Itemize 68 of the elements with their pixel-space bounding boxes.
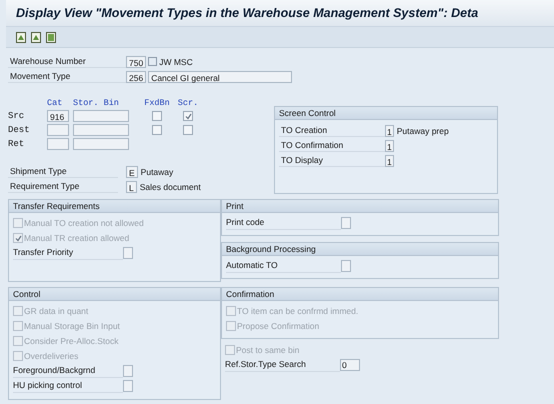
field-label: TO Creation [279, 124, 385, 137]
input-field[interactable] [123, 365, 133, 377]
input-field[interactable] [47, 138, 69, 150]
input-field[interactable] [47, 124, 69, 136]
panel-title: Print [222, 200, 498, 213]
description-field: Cancel GI general [148, 70, 292, 82]
row-label: Src [8, 111, 24, 121]
checkbox[interactable] [152, 111, 162, 121]
input-field[interactable] [73, 124, 129, 136]
input-field[interactable]: 256 [126, 70, 146, 82]
field-label: Requirement Type [8, 180, 118, 193]
input-field[interactable]: 750 [126, 56, 146, 68]
field-description: Putaway prep [396, 126, 449, 136]
field-label: TO Confirmation [279, 139, 385, 152]
toolbar-icon[interactable] [16, 32, 26, 42]
field-label: Automatic TO [226, 259, 341, 273]
input-field[interactable] [123, 380, 133, 392]
checkbox-label: Propose Confirmation [237, 321, 320, 331]
field-label: TO Display [279, 154, 385, 167]
column-header: Cat [47, 98, 62, 108]
field-label: Movement Type [8, 70, 126, 83]
field-label: Shipment Type [8, 165, 118, 178]
field-label: HU picking control [13, 379, 123, 393]
checkbox-label: Post to same bin [236, 345, 300, 355]
toolbar-icon[interactable] [46, 32, 56, 42]
field-description: JW MSC [159, 56, 193, 66]
input-field[interactable]: 916 [47, 110, 69, 122]
input-field[interactable]: 1 [385, 140, 394, 152]
checkbox-label: Manual TR creation allowed [24, 233, 130, 243]
checkbox-label: Consider Pre-Alloc.Stock [24, 336, 118, 346]
input-field[interactable] [73, 110, 129, 122]
row-label: Ret [8, 139, 24, 149]
input-field[interactable] [123, 247, 133, 259]
toolbar-icon[interactable] [31, 32, 41, 42]
column-header: FxdBn [144, 98, 170, 108]
field-label: Print code [226, 216, 341, 230]
input-field[interactable]: E [126, 166, 138, 178]
column-header: Stor. Bin [73, 98, 119, 108]
checkbox-label: GR data in quant [24, 306, 88, 316]
row-label: Dest [8, 125, 30, 135]
panel-title: Screen Control [275, 107, 497, 120]
checkbox-label: Manual Storage Bin Input [24, 321, 120, 331]
input-field[interactable]: 1 [385, 124, 394, 136]
checkbox-label: TO item can be confrmd immed. [237, 306, 358, 316]
checkbox[interactable] [183, 111, 193, 121]
input-field[interactable] [73, 138, 129, 150]
input-field[interactable]: L [126, 180, 137, 192]
panel-title: Background Processing [222, 243, 498, 256]
checkbox[interactable] [183, 125, 193, 135]
field-description: Putaway [140, 166, 174, 176]
input-field[interactable] [341, 217, 351, 229]
checkbox[interactable] [152, 125, 162, 135]
column-header: Scr. [178, 98, 198, 108]
checkbox-label: Manual TO creation not allowed [24, 218, 144, 228]
field-label: Transfer Priority [13, 246, 123, 260]
field-label: Ref.Stor.Type Search [225, 358, 340, 372]
value-help-icon [148, 57, 158, 66]
input-field[interactable]: 1 [385, 154, 394, 166]
window-title: Display View "Movement Types in the Warehouse Management System": Deta [16, 6, 478, 20]
field-label: Foreground/Backgrnd [13, 364, 123, 378]
checkbox-label: Overdeliveries [24, 351, 78, 361]
panel-title: Control [9, 288, 220, 301]
field-description: Sales document [140, 182, 201, 192]
panel-title: Transfer Requirements [9, 200, 220, 213]
input-field[interactable] [341, 260, 351, 272]
field-label: Warehouse Number [8, 55, 126, 68]
panel-title: Confirmation [222, 288, 498, 301]
input-field[interactable]: 0 [340, 359, 360, 371]
